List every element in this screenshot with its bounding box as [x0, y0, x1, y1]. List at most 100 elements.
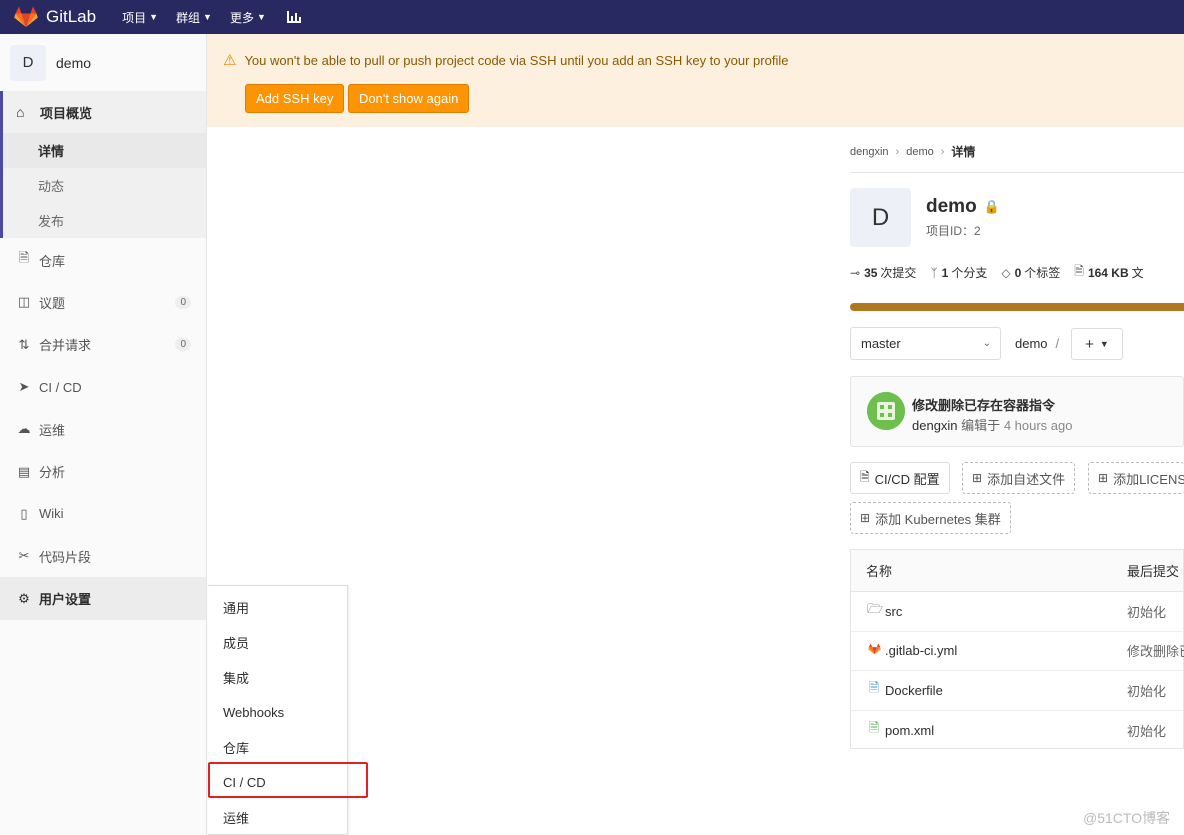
sidebar-subitem-details[interactable]: 详情	[3, 133, 206, 168]
merge-request-icon: ⇅	[18, 336, 30, 352]
file-name[interactable]: pom.xml	[885, 723, 934, 738]
xml-file-icon: 🗎	[868, 720, 880, 736]
sidebar-item-analytics[interactable]: ▤ 分析	[0, 450, 206, 492]
file-last-commit[interactable]: 修改删除已	[1127, 641, 1184, 660]
chart-icon: ▤	[17, 463, 31, 479]
language-bar	[850, 303, 1184, 311]
sidebar-item-operations[interactable]: ☁ 运维	[0, 408, 206, 450]
stat-commits-value: 35	[864, 265, 878, 280]
nav-projects[interactable]: 项目 ▼	[122, 9, 158, 26]
flyout-item-webhooks[interactable]: Webhooks	[208, 695, 347, 730]
breadcrumb-owner[interactable]: dengxin	[850, 146, 889, 158]
ci-cd-config-button[interactable]: 🗎 CI/CD 配置	[850, 462, 950, 494]
project-id: 项目ID：2	[926, 224, 981, 238]
table-row[interactable]: .gitlab-ci.yml 修改删除已	[851, 632, 1184, 671]
branch-select[interactable]: master ⌄	[850, 327, 1001, 360]
sidebar-subitem-activity[interactable]: 动态	[3, 168, 206, 203]
sidebar-item-label: CI / CD	[39, 379, 82, 395]
sidebar-item-label: 运维	[39, 422, 66, 438]
alert-text: You won't be able to pull or push projec…	[244, 52, 789, 68]
file-last-commit[interactable]: 初始化	[1127, 602, 1166, 621]
column-name: 名称	[866, 564, 893, 579]
stat-branches-label: 个分支	[951, 266, 988, 280]
add-kubernetes-button[interactable]: ⊞ 添加 Kubernetes 集群	[850, 502, 1011, 534]
nav-more-label: 更多	[229, 10, 254, 25]
sidebar-item-overview[interactable]: ⌂ 项目概览	[3, 91, 206, 133]
tag-icon: ◇	[1001, 265, 1011, 280]
path-root[interactable]: demo	[1015, 336, 1048, 351]
flyout-item-members[interactable]: 成员	[208, 625, 347, 660]
flyout-item-integrations[interactable]: 集成	[208, 660, 347, 695]
chevron-down-icon: ▼	[256, 12, 266, 22]
project-title-text: demo	[926, 196, 977, 217]
sidebar-item-repository[interactable]: 🗎 仓库	[0, 239, 206, 281]
file-last-commit[interactable]: 初始化	[1127, 681, 1166, 700]
brand[interactable]: GitLab	[14, 6, 96, 28]
stat-tags[interactable]: ◇ 0 个标签	[1001, 262, 1060, 283]
project-name: demo	[56, 54, 92, 71]
sidebar-item-snippets[interactable]: ✂ 代码片段	[0, 535, 206, 577]
chevron-right-icon: ›	[940, 145, 945, 158]
commit-meta: dengxin 编辑于 4 hours ago	[912, 415, 1072, 434]
flyout-item-operations[interactable]: 运维	[208, 800, 347, 835]
table-row[interactable]: 🗎 pom.xml 初始化	[851, 711, 1183, 751]
nav-more[interactable]: 更多 ▼	[230, 9, 266, 26]
breadcrumb-current[interactable]: 详情	[951, 143, 975, 160]
table-row[interactable]: 🗎 Dockerfile 初始化	[851, 671, 1183, 711]
sidebar-project-header[interactable]: D demo	[0, 34, 206, 91]
sidebar-overview-label: 项目概览	[40, 105, 93, 121]
merge-requests-count-badge: 0	[175, 338, 191, 352]
breadcrumb-project[interactable]: demo	[906, 146, 934, 158]
add-license-button[interactable]: ⊞ 添加LICENS	[1088, 462, 1184, 494]
commit-title[interactable]: 修改删除已存在容器指令	[912, 395, 1055, 414]
stat-commits-label: 次提交	[880, 266, 917, 280]
chevron-down-icon: ▼	[1099, 339, 1109, 349]
add-readme-button[interactable]: ⊞ 添加自述文件	[962, 462, 1076, 494]
stat-branches[interactable]: ᛉ 1 个分支	[930, 262, 987, 283]
repo-path: demo /	[1015, 336, 1059, 351]
gear-icon: ⚙	[18, 590, 30, 606]
home-icon: ⌂	[16, 104, 25, 120]
breadcrumb: dengxin › demo › 详情	[850, 143, 975, 160]
stat-commits[interactable]: ⊸ 35 次提交	[850, 262, 916, 283]
stat-size: 🗎 164 KB 文	[1074, 262, 1143, 283]
gitlab-logo-icon	[14, 6, 38, 27]
flyout-item-general[interactable]: 通用	[208, 590, 347, 625]
nav-groups[interactable]: 群组 ▼	[176, 9, 212, 26]
commit-author[interactable]: dengxin	[912, 418, 958, 433]
ci-cd-config-label: CI/CD 配置	[874, 471, 940, 487]
divider	[850, 172, 1184, 173]
sidebar-item-settings[interactable]: ⚙ 用户设置	[0, 577, 206, 620]
ssh-key-alert: ⚠ You won't be able to pull or push proj…	[207, 34, 1184, 127]
table-row[interactable]: 🗁 src 初始化	[851, 592, 1183, 632]
issues-count-badge: 0	[175, 295, 191, 309]
sidebar-item-ci-cd[interactable]: ➤ CI / CD	[0, 366, 206, 408]
avatar[interactable]	[867, 392, 905, 430]
sidebar-subitem-releases[interactable]: 发布	[3, 203, 206, 238]
scissors-icon: ✂	[18, 548, 30, 564]
file-name[interactable]: src	[885, 604, 902, 619]
branch-select-value: master	[861, 336, 901, 351]
gitlab-icon	[867, 643, 881, 658]
file-icon: 🗎	[18, 250, 30, 266]
alert-message: ⚠ You won't be able to pull or push proj…	[223, 51, 788, 69]
commit-action: 编辑于	[961, 418, 1001, 433]
sidebar-item-label: 议题	[39, 295, 66, 311]
add-file-dropdown-button[interactable]: + ▼	[1071, 328, 1123, 360]
file-name[interactable]: Dockerfile	[885, 683, 943, 698]
sidebar-item-label: 分析	[39, 465, 66, 481]
file-last-commit[interactable]: 初始化	[1127, 721, 1166, 740]
file-name[interactable]: .gitlab-ci.yml	[885, 643, 957, 658]
flyout-item-repository[interactable]: 仓库	[208, 730, 347, 765]
sidebar-item-wiki[interactable]: ▯ Wiki	[0, 493, 206, 535]
project-stats: ⊸ 35 次提交 ᛉ 1 个分支 ◇ 0 个标签 🗎 164 KB 文	[850, 262, 1158, 283]
sidebar-item-issues[interactable]: ◫ 议题 0	[0, 281, 206, 323]
sidebar-item-label: 用户设置	[39, 592, 92, 608]
nav-activity-chart[interactable]	[286, 10, 302, 24]
dont-show-again-button[interactable]: Don't show again	[348, 84, 470, 113]
add-ssh-key-button[interactable]: Add SSH key	[245, 84, 345, 113]
brand-name: GitLab	[46, 7, 97, 26]
sidebar-item-merge-requests[interactable]: ⇅ 合并请求 0	[0, 324, 206, 366]
sidebar-item-label: 合并请求	[39, 338, 92, 354]
stat-tags-value: 0	[1014, 265, 1022, 280]
